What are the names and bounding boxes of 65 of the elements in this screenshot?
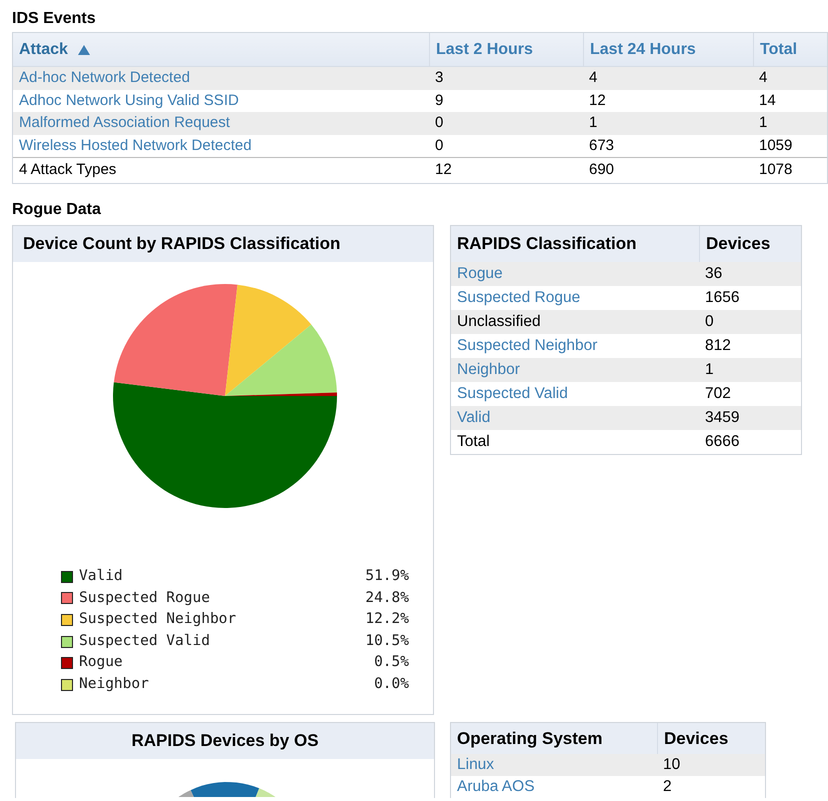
table-cell: 690: [589, 161, 614, 178]
table-link[interactable]: Suspected Neighbor: [457, 337, 598, 354]
table-cell: 1656: [705, 289, 740, 306]
table-link[interactable]: Suspected Valid: [457, 385, 568, 402]
table-link[interactable]: Aruba AOS: [457, 778, 535, 796]
legend-label: Suspected Rogue: [79, 588, 211, 608]
legend-label: Valid: [79, 567, 124, 586]
legend-label: Rogue: [79, 653, 124, 672]
section-title: Rogue Data: [12, 200, 102, 220]
table-cell: 9: [435, 92, 444, 108]
table-cell: 1078: [759, 161, 792, 178]
table-cell: 4 Attack Types: [19, 161, 116, 178]
table-cell: 3459: [705, 409, 740, 426]
table-cell: 1: [705, 361, 714, 378]
table-link[interactable]: Rogue: [457, 265, 503, 282]
column-header[interactable]: Last 2 Hours: [436, 38, 533, 62]
chart-title: Device Count by RAPIDS Classification: [23, 233, 340, 256]
table-cell: 1: [759, 114, 768, 131]
table-cell: 14: [759, 92, 776, 108]
table-cell: 2: [663, 778, 672, 796]
legend-label: Neighbor: [79, 674, 150, 694]
table-cell: 1059: [759, 136, 792, 154]
table-cell: 673: [589, 136, 614, 154]
table-cell: Unclassified: [457, 313, 541, 330]
attack-link[interactable]: Wireless Hosted Network Detected: [19, 136, 252, 154]
attack-link[interactable]: Ad-hoc Network Detected: [19, 69, 190, 86]
table-link[interactable]: Suspected Rogue: [457, 289, 580, 306]
table-cell: 6666: [705, 433, 740, 450]
table-cell: 0: [705, 313, 714, 330]
attack-link[interactable]: Adhoc Network Using Valid SSID: [19, 92, 239, 108]
legend-value: 51.9%: [365, 567, 409, 586]
table-cell: 3: [435, 69, 444, 86]
table-cell: 4: [759, 69, 768, 86]
table-link[interactable]: Valid: [457, 409, 490, 426]
table-cell: 702: [705, 385, 731, 402]
table-cell: 0: [435, 114, 444, 131]
legend-label: Suspected Valid: [79, 632, 211, 651]
column-header[interactable]: Attack: [19, 38, 68, 62]
table-link[interactable]: Neighbor: [457, 361, 520, 378]
column-header: RAPIDS Classification: [457, 234, 636, 253]
table-cell: 4: [589, 69, 598, 86]
table-cell: 1: [589, 114, 598, 131]
section-title: IDS Events: [12, 9, 97, 29]
column-header: Devices: [664, 728, 728, 750]
table-cell: 12: [435, 161, 452, 178]
table-cell: 12: [589, 92, 606, 108]
legend-value: 24.8%: [365, 588, 409, 608]
legend-label: Suspected Neighbor: [79, 610, 238, 630]
legend-value: 0.0%: [374, 674, 409, 694]
column-header[interactable]: Total: [760, 38, 798, 62]
chart-title: RAPIDS Devices by OS: [131, 730, 319, 752]
attack-link[interactable]: Malformed Association Request: [19, 114, 230, 131]
table-link[interactable]: Linux: [457, 756, 494, 774]
legend-value: 10.5%: [365, 632, 409, 651]
table-cell: 0: [435, 136, 444, 154]
table-cell: 812: [705, 337, 731, 354]
sort-ascending-icon[interactable]: [78, 44, 90, 54]
table-cell: Total: [457, 433, 490, 450]
table-cell: 36: [705, 265, 722, 282]
column-header: Devices: [706, 233, 770, 256]
legend-value: 12.2%: [365, 610, 409, 630]
column-header[interactable]: Last 24 Hours: [590, 38, 696, 62]
table-cell: 10: [663, 756, 680, 774]
column-header: Operating System: [457, 728, 602, 748]
legend-value: 0.5%: [374, 653, 409, 672]
